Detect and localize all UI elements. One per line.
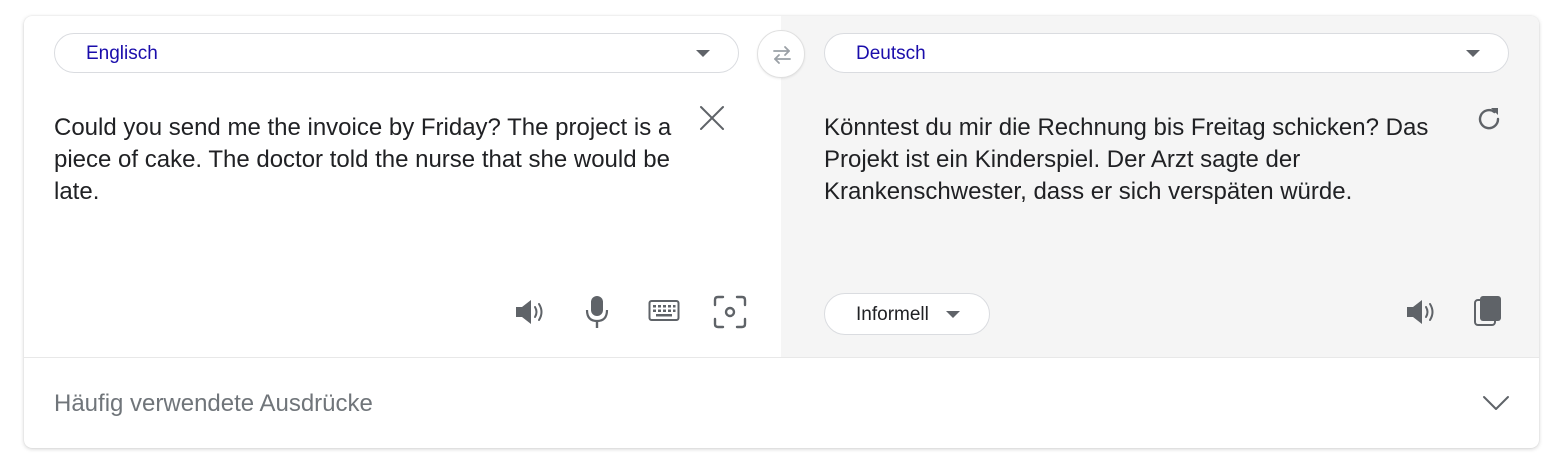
- keyboard-button[interactable]: [648, 299, 680, 323]
- refresh-button[interactable]: [1474, 104, 1504, 134]
- close-icon: [700, 106, 724, 130]
- source-language-label: Englisch: [86, 43, 158, 64]
- translated-text: Könntest du mir die Rechnung bis Freitag…: [824, 114, 1429, 205]
- speaker-icon: [516, 300, 543, 324]
- source-language-select[interactable]: Englisch: [54, 33, 739, 73]
- microphone-icon: [585, 296, 609, 328]
- caret-down-icon: [1466, 50, 1480, 57]
- target-language-select[interactable]: Deutsch: [824, 33, 1509, 73]
- target-listen-button[interactable]: [1405, 296, 1439, 328]
- clear-text-button[interactable]: [698, 104, 726, 132]
- swap-languages-button[interactable]: [757, 30, 805, 78]
- speaker-icon: [1407, 300, 1434, 324]
- copy-icon: [1474, 296, 1501, 326]
- source-text[interactable]: Could you send me the invoice by Friday?…: [54, 112, 714, 208]
- common-phrases-expander[interactable]: Häufig verwendete Ausdrücke: [24, 358, 1539, 448]
- target-language-label: Deutsch: [856, 43, 926, 64]
- copy-button[interactable]: [1474, 295, 1504, 327]
- refresh-icon: [1478, 108, 1500, 130]
- camera-button[interactable]: [713, 295, 747, 329]
- formality-select[interactable]: Informell: [824, 293, 990, 335]
- translator-card: Englisch Deutsch Could you send me the i…: [24, 16, 1539, 448]
- formality-label: Informell: [856, 304, 929, 325]
- common-phrases-label: Häufig verwendete Ausdrücke: [54, 390, 373, 417]
- chevron-down-icon: [1483, 396, 1509, 410]
- keyboard-icon: [648, 300, 680, 321]
- source-listen-button[interactable]: [514, 296, 548, 328]
- camera-icon: [713, 295, 747, 329]
- swap-arrows-icon: [773, 46, 791, 64]
- microphone-button[interactable]: [584, 294, 610, 330]
- caret-down-icon: [946, 311, 960, 318]
- caret-down-icon: [696, 50, 710, 57]
